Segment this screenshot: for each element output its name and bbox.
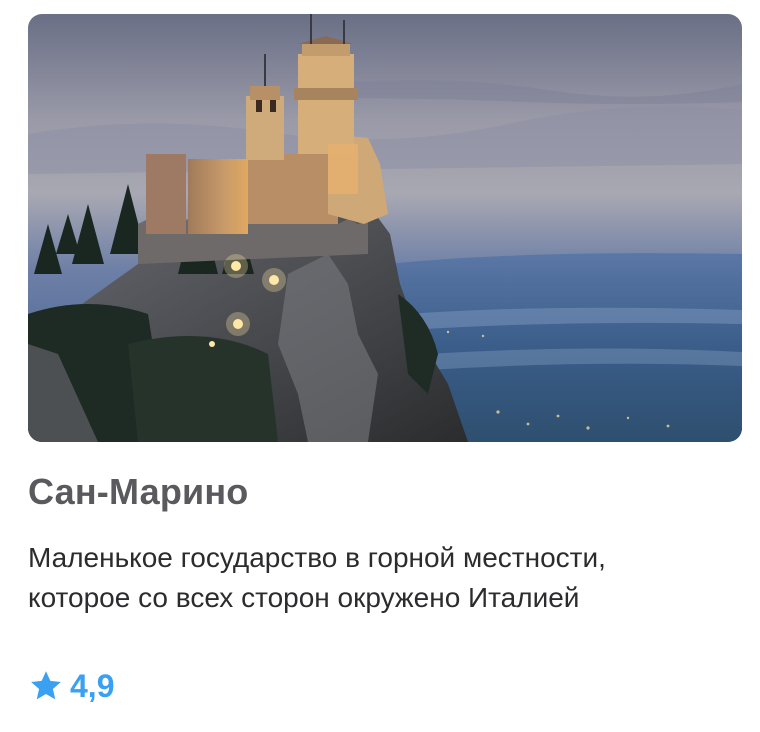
description-line: которое со всех сторон окружено Италией [28, 582, 580, 613]
place-title: Сан-Марино [28, 471, 249, 512]
rating: 4,9 [28, 664, 114, 708]
castle-photo [28, 14, 742, 442]
place-description: Маленькое государство в горной местности… [28, 538, 738, 618]
place-card[interactable]: Сан-Марино Маленькое государство в горно… [0, 0, 760, 732]
star-icon [31, 671, 61, 700]
rating-value: 4,9 [70, 668, 115, 704]
description-line: Маленькое государство в горной местности… [28, 542, 606, 573]
place-photo[interactable] [28, 14, 742, 442]
